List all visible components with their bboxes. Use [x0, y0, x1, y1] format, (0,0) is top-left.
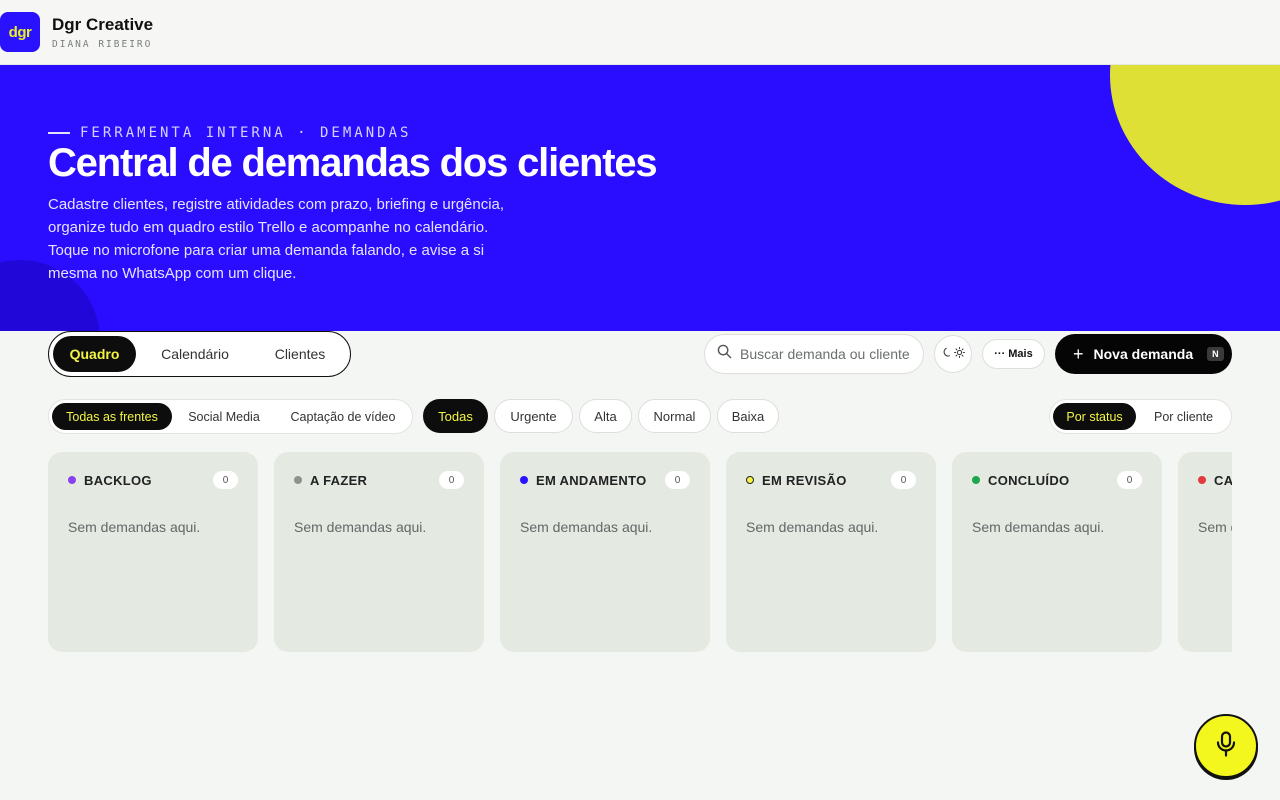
shortcut-badge: N	[1207, 347, 1224, 361]
status-dot	[746, 476, 754, 484]
column-title: BACKLOG	[84, 472, 152, 488]
eyebrow-dash	[48, 132, 70, 134]
brand-logo[interactable]: dgr	[0, 12, 40, 52]
column-title: EM REVISÃO	[762, 472, 847, 488]
status-dot	[294, 476, 302, 484]
column-concluido: CONCLUÍDO 0 Sem demandas aqui.	[952, 452, 1162, 652]
column-header: EM REVISÃO 0	[746, 471, 916, 489]
moon-icon	[942, 347, 953, 361]
column-count: 0	[665, 471, 690, 489]
priority-normal[interactable]: Normal	[638, 399, 711, 433]
top-bar: dgr Dgr Creative DIANA RIBEIRO	[0, 0, 1280, 65]
empty-message: Sem demandas aqui.	[520, 519, 653, 535]
group-por-cliente[interactable]: Por cliente	[1136, 403, 1231, 430]
priority-filter: Todas Urgente Alta Normal Baixa	[423, 399, 779, 433]
column-title: A FAZER	[310, 472, 368, 488]
decorative-yellow-blob	[1110, 65, 1280, 205]
view-switcher: Quadro Calendário Clientes	[48, 331, 351, 377]
column-title: CA	[1214, 472, 1232, 488]
column-count: 0	[213, 471, 238, 489]
column-title: CONCLUÍDO	[988, 472, 1070, 488]
column-em-andamento: EM ANDAMENTO 0 Sem demandas aqui.	[500, 452, 710, 652]
column-a-fazer: A FAZER 0 Sem demandas aqui.	[274, 452, 484, 652]
column-title: EM ANDAMENTO	[536, 472, 647, 488]
column-cancelado: CA Sem d	[1178, 452, 1232, 652]
voice-input-button[interactable]	[1194, 714, 1258, 778]
status-dot	[972, 476, 980, 484]
column-header: A FAZER 0	[294, 471, 464, 489]
filter-social-media[interactable]: Social Media	[172, 403, 276, 430]
kanban-board: BACKLOG 0 Sem demandas aqui. A FAZER 0 S…	[48, 452, 1232, 652]
search-box	[704, 334, 924, 374]
grouping-toggle: Por status Por cliente	[1049, 399, 1232, 434]
sun-icon	[953, 347, 965, 361]
user-name: DIANA RIBEIRO	[52, 39, 153, 50]
front-filter: Todas as frentes Social Media Captação d…	[48, 399, 413, 434]
column-count: 0	[439, 471, 464, 489]
more-label: Mais	[1008, 348, 1033, 360]
plus-icon: +	[1073, 344, 1084, 364]
ellipsis-icon: ···	[994, 348, 1006, 360]
tab-clientes[interactable]: Clientes	[254, 336, 346, 372]
group-por-status[interactable]: Por status	[1053, 403, 1137, 430]
hero-banner: FERRAMENTA INTERNA · DEMANDAS Central de…	[0, 65, 1280, 331]
search-input[interactable]	[740, 346, 910, 362]
hero-eyebrow: FERRAMENTA INTERNA · DEMANDAS	[48, 125, 411, 141]
column-header: EM ANDAMENTO 0	[520, 471, 690, 489]
new-demand-label: Nova demanda	[1093, 346, 1194, 362]
column-backlog: BACKLOG 0 Sem demandas aqui.	[48, 452, 258, 652]
priority-todas[interactable]: Todas	[423, 399, 488, 433]
hero-description: Cadastre clientes, registre atividades c…	[48, 196, 505, 282]
status-dot	[1198, 476, 1206, 484]
empty-message: Sem demandas aqui.	[746, 519, 879, 535]
eyebrow-text: FERRAMENTA INTERNA · DEMANDAS	[80, 125, 412, 141]
logo-text: dgr	[8, 23, 32, 41]
page-title: Central de demandas dos clientes	[48, 141, 658, 185]
more-button[interactable]: ··· Mais	[982, 339, 1045, 369]
theme-toggle-button[interactable]	[934, 335, 972, 373]
column-header: CONCLUÍDO 0	[972, 471, 1142, 489]
column-count: 0	[891, 471, 916, 489]
empty-message: Sem d	[1198, 519, 1232, 535]
filter-todas-frentes[interactable]: Todas as frentes	[52, 403, 172, 430]
status-dot	[68, 476, 76, 484]
status-dot	[520, 476, 528, 484]
new-demand-button[interactable]: + Nova demanda N	[1055, 334, 1232, 374]
search-icon	[717, 344, 732, 364]
priority-baixa[interactable]: Baixa	[717, 399, 779, 433]
column-header: CA	[1198, 471, 1232, 489]
priority-alta[interactable]: Alta	[579, 399, 632, 433]
empty-message: Sem demandas aqui.	[294, 519, 427, 535]
tab-calendario[interactable]: Calendário	[136, 336, 254, 372]
empty-message: Sem demandas aqui.	[68, 519, 201, 535]
priority-urgente[interactable]: Urgente	[494, 399, 573, 433]
brand-name: Dgr Creative	[52, 15, 154, 34]
empty-message: Sem demandas aqui.	[972, 519, 1105, 535]
filter-captacao-video[interactable]: Captação de vídeo	[276, 403, 410, 430]
column-count: 0	[1117, 471, 1142, 489]
column-header: BACKLOG 0	[68, 471, 238, 489]
tab-quadro[interactable]: Quadro	[53, 336, 136, 372]
column-em-revisao: EM REVISÃO 0 Sem demandas aqui.	[726, 452, 936, 652]
microphone-icon	[1215, 730, 1237, 762]
